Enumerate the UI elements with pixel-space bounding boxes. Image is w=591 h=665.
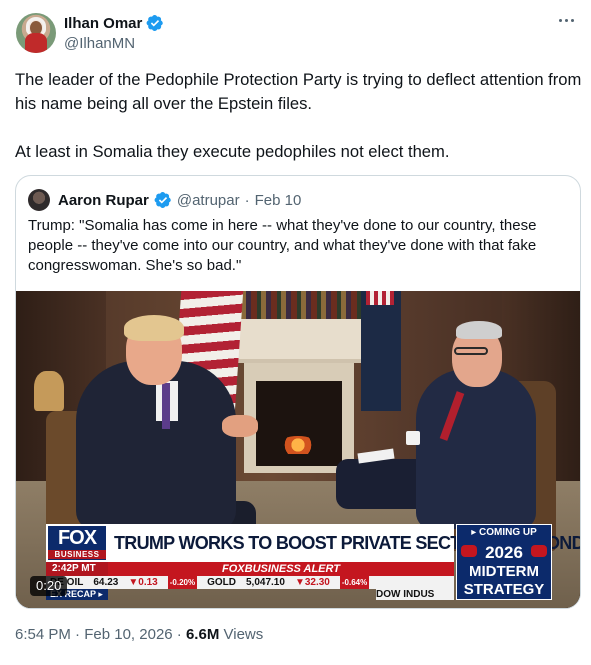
- author-name-row: Ilhan Omar: [64, 14, 164, 32]
- chyron-time: 2:42P MT: [46, 562, 108, 576]
- lamp: [34, 371, 64, 411]
- post-date[interactable]: Feb 10, 2026: [84, 626, 172, 643]
- meta-separator: ·: [75, 626, 81, 643]
- quote-author-avatar[interactable]: [28, 189, 50, 211]
- author-display-name[interactable]: Ilhan Omar: [64, 15, 142, 32]
- more-dot: [564, 18, 568, 22]
- ticker-gold-percent: -0.64%: [339, 576, 370, 589]
- more-dot: [570, 18, 574, 22]
- chyron-ticker: DE OIL 64.23 ▼0.13 -0.20% GOLD 5,047.10 …: [46, 576, 454, 589]
- fox-business-logo: FOX BUSINESS: [46, 524, 108, 562]
- quote-header: Aaron Rupar @atrupar · Feb 10: [28, 189, 301, 211]
- video-player[interactable]: FOX BUSINESS 2:42P MT TRUMP WORKS TO BOO…: [16, 291, 580, 608]
- author-avatar[interactable]: [16, 13, 56, 53]
- coming-up-title-1: MIDTERM: [469, 563, 539, 580]
- quoted-tweet[interactable]: Aaron Rupar @atrupar · Feb 10 Trump: "So…: [15, 175, 581, 609]
- views-count[interactable]: 6.6M: [186, 626, 219, 643]
- more-dot: [558, 18, 562, 22]
- quote-text: Trump: "Somalia has come in here -- what…: [28, 217, 537, 274]
- person-left-hand: [222, 415, 258, 437]
- quote-display-name[interactable]: Aaron Rupar: [58, 192, 149, 209]
- quote-handle[interactable]: @atrupar: [177, 192, 240, 209]
- quote-date[interactable]: Feb 10: [255, 192, 302, 209]
- avatar-scarf: [25, 33, 47, 53]
- bookshelf: [231, 291, 366, 319]
- chyron-ticker-dow: DOW INDUS: [376, 589, 454, 600]
- logo-sub: BUSINESS: [48, 550, 106, 559]
- presidential-flag-stripe: [366, 291, 394, 305]
- news-chyron: FOX BUSINESS 2:42P MT TRUMP WORKS TO BOO…: [46, 524, 580, 600]
- coming-up-box: ▸ COMING UP 2026 MIDTERM STRATEGY: [456, 524, 552, 600]
- presidential-flag: [361, 291, 401, 411]
- tweet-metadata: 6:54 PM · Feb 10, 2026 · 6.6M Views: [15, 626, 263, 643]
- tweet-text: The leader of the Pedophile Protection P…: [15, 68, 585, 164]
- person-right-glasses: [454, 347, 488, 355]
- person-right-body: [416, 369, 536, 529]
- person-left-tie: [162, 383, 170, 429]
- ticker-oil-change: ▼0.13: [128, 577, 158, 588]
- tweet-paragraph-1: The leader of the Pedophile Protection P…: [15, 70, 582, 113]
- views-label[interactable]: Views: [224, 626, 264, 643]
- chyron-headline: TRUMP WORKS TO BOOST PRIVATE SECTOR IN S…: [108, 524, 580, 562]
- tweet: Ilhan Omar @IlhanMN The leader of the Pe…: [0, 0, 591, 665]
- verified-badge-icon[interactable]: [146, 14, 164, 32]
- ticker-gold-label: GOLD: [207, 577, 236, 588]
- more-options-icon[interactable]: [555, 12, 577, 28]
- mug: [406, 431, 420, 445]
- tweet-paragraph-2: At least in Somalia they execute pedophi…: [15, 142, 450, 161]
- post-time[interactable]: 6:54 PM: [15, 626, 71, 643]
- verified-badge-icon: [154, 191, 171, 209]
- chyron-alert: FOXBUSINESS ALERT: [108, 562, 454, 576]
- ticker-gold-change: ▼32.30: [294, 577, 330, 588]
- ticker-oil-percent: -0.20%: [167, 576, 198, 589]
- author-handle[interactable]: @IlhanMN: [64, 35, 135, 52]
- person-right-hair: [456, 321, 502, 339]
- person-left-hair: [124, 315, 184, 341]
- fire: [278, 436, 318, 454]
- logo-main: FOX: [57, 527, 97, 549]
- meta-separator: ·: [176, 626, 182, 643]
- quote-separator: ·: [244, 191, 250, 209]
- coming-up-label: ▸ COMING UP: [471, 527, 537, 538]
- coming-up-year: 2026: [485, 543, 523, 562]
- video-duration-badge: 0:20: [30, 576, 68, 596]
- coming-up-title-2: STRATEGY: [463, 581, 545, 598]
- ticker-oil-value: 64.23: [93, 577, 119, 588]
- ticker-gold-value: 5,047.10: [246, 577, 285, 588]
- mantel: [231, 319, 366, 363]
